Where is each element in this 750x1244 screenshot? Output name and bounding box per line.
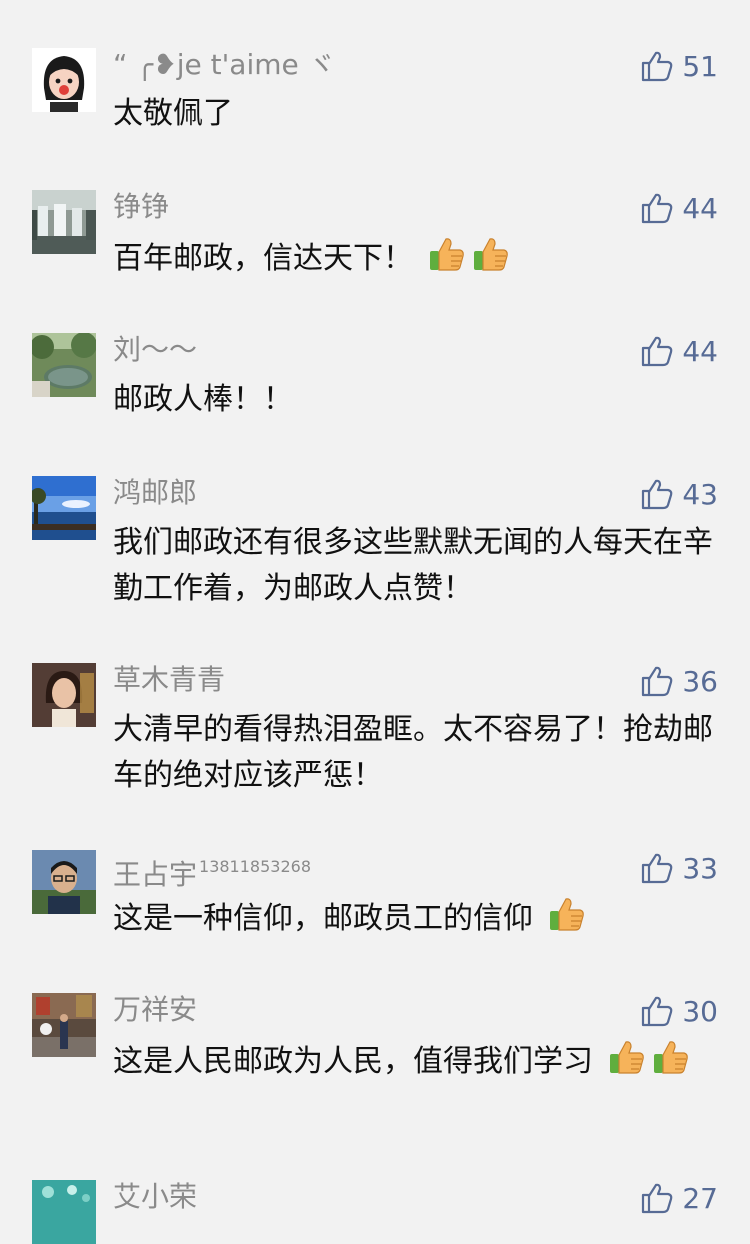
teal-photo-avatar-icon [32, 1180, 96, 1244]
avatar[interactable] [32, 476, 96, 540]
commenter-name-text: 刘～～ [113, 333, 198, 366]
comment-text-content: 百年邮政，信达天下！ [113, 241, 413, 276]
avatar[interactable] [32, 190, 96, 254]
thumbs-up-outline-icon [642, 853, 673, 884]
commenter-name-text: 万祥安 [113, 993, 198, 1026]
like-button[interactable]: 30 [640, 993, 718, 1029]
comment-list: “ ╭❥je t'aime ヾ 51 太敬佩了 铮铮 44 百年邮政，信达天下！… [0, 0, 750, 1244]
like-count: 51 [682, 49, 718, 83]
commenter-name-text: 王占宇 [113, 858, 198, 891]
cartoon-girl-avatar-icon [32, 48, 96, 112]
avatar[interactable] [32, 993, 96, 1057]
like-count: 30 [682, 994, 718, 1028]
commenter-name-suffix: 13811853268 [199, 857, 311, 876]
comment-text-content: 这是人民邮政为人民，值得我们学习 [113, 1044, 593, 1079]
comment-text-content: 大清早的看得热泪盈眶。太不容易了！抢劫邮车的绝对应该严惩！ [113, 712, 713, 793]
thumbs-up-outline-icon [642, 996, 673, 1027]
thumbs-up-emoji-icon [427, 234, 467, 274]
comment-text-content: 太敬佩了 [113, 96, 233, 131]
commenter-name[interactable]: 草木青青 [113, 663, 225, 697]
thumbs-up-outline-icon [642, 51, 673, 82]
man-portrait-avatar-icon [32, 850, 96, 914]
commenter-name[interactable]: 铮铮 [113, 190, 169, 224]
comment-text: 我们邮政还有很多这些默默无闻的人每天在辛勤工作着，为邮政人点赞！ [113, 520, 713, 612]
commenter-name[interactable]: 鸿邮郎 [113, 476, 197, 510]
commenter-name-text: 铮铮 [113, 190, 170, 223]
commenter-name[interactable]: “ ╭❥je t'aime ヾ [113, 48, 336, 82]
thumbs-up-emoji-icon [471, 234, 511, 274]
avatar[interactable] [32, 1180, 96, 1244]
thumbs-up-outline-icon [642, 666, 673, 697]
commenter-name-text: 草木青青 [113, 663, 226, 696]
waterfall-photo-avatar-icon [32, 190, 96, 254]
avatar[interactable] [32, 663, 96, 727]
commenter-name-text: “ ╭❥je t'aime ヾ [113, 48, 336, 81]
commenter-name[interactable]: 刘～～ [113, 333, 197, 367]
street-photo-avatar-icon [32, 993, 96, 1057]
comment-text: 邮政人棒！！ [113, 377, 713, 423]
like-button[interactable]: 44 [640, 333, 718, 369]
like-count: 36 [682, 664, 718, 698]
lake-sky-photo-avatar-icon [32, 476, 96, 540]
like-button[interactable]: 33 [640, 850, 718, 886]
thumbs-up-outline-icon [642, 336, 673, 367]
comment-text: 这是人民邮政为人民，值得我们学习 [113, 1037, 713, 1085]
like-button[interactable]: 36 [640, 663, 718, 699]
comment-text-content: 这是一种信仰，邮政员工的信仰 [113, 901, 533, 936]
avatar[interactable] [32, 850, 96, 914]
thumbs-up-outline-icon [642, 193, 673, 224]
like-count: 44 [682, 334, 718, 368]
comment-text: 大清早的看得热泪盈眶。太不容易了！抢劫邮车的绝对应该严惩！ [113, 707, 713, 799]
like-button[interactable]: 27 [640, 1180, 718, 1216]
comment-text-content: 邮政人棒！！ [113, 382, 293, 417]
like-count: 44 [682, 191, 718, 225]
avatar[interactable] [32, 48, 96, 112]
thumbs-up-emoji-icon [607, 1037, 647, 1077]
thumbs-up-emoji-icon [651, 1037, 691, 1077]
woman-portrait-avatar-icon [32, 663, 96, 727]
thumbs-up-outline-icon [642, 479, 673, 510]
park-pond-photo-avatar-icon [32, 333, 96, 397]
comment-text-content: 我们邮政还有很多这些默默无闻的人每天在辛勤工作着，为邮政人点赞！ [113, 525, 713, 606]
like-count: 33 [682, 851, 718, 885]
comment-text: 太敬佩了 [113, 91, 713, 137]
avatar[interactable] [32, 333, 96, 397]
commenter-name[interactable]: 万祥安 [113, 993, 197, 1027]
commenter-name[interactable]: 艾小荣 [113, 1180, 197, 1214]
like-button[interactable]: 44 [640, 190, 718, 226]
like-button[interactable]: 51 [640, 48, 718, 84]
like-count: 43 [682, 477, 718, 511]
commenter-name[interactable]: 王占宇 13811853268 [113, 850, 311, 892]
like-button[interactable]: 43 [640, 476, 718, 512]
thumbs-up-emoji-icon [547, 894, 587, 934]
comment-text: 这是一种信仰，邮政员工的信仰 [113, 894, 713, 942]
commenter-name-text: 鸿邮郎 [113, 476, 198, 509]
commenter-name-text: 艾小荣 [113, 1180, 198, 1213]
comment-text: 百年邮政，信达天下！ [113, 234, 713, 282]
